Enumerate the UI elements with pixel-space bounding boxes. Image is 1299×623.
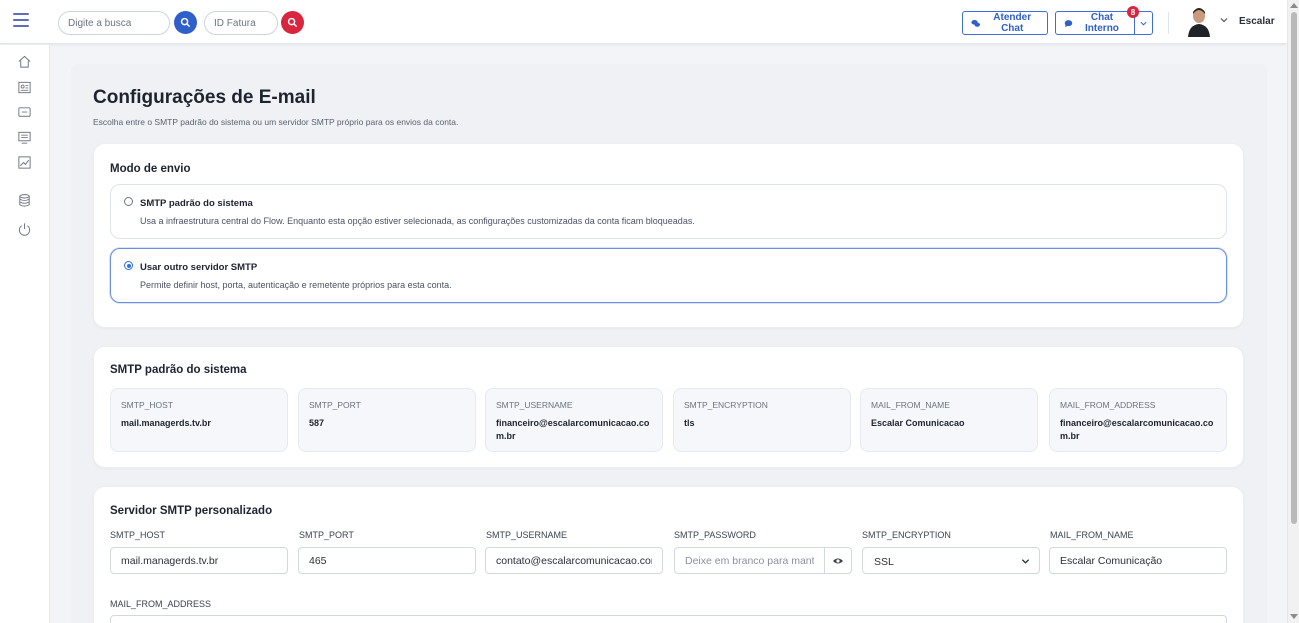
smtp-host-label: SMTP_HOST xyxy=(110,530,166,540)
info-mail-from-address: MAIL_FROM_ADDRESS financeiro@escalarcomu… xyxy=(1049,388,1227,452)
chat-icon xyxy=(1064,19,1073,27)
info-smtp-port: SMTP_PORT 587 xyxy=(298,388,476,452)
scroll-thumb[interactable] xyxy=(1291,12,1297,524)
invoice-search-button[interactable] xyxy=(281,11,304,34)
info-smtp-host: SMTP_HOST mail.managerds.tv.br xyxy=(110,388,288,452)
chevron-down-icon xyxy=(1021,559,1030,564)
radio-option-system-smtp[interactable]: SMTP padrão do sistema Usa a infraestrut… xyxy=(110,184,1227,239)
custom-smtp-title: Servidor SMTP personalizado xyxy=(110,505,273,517)
info-label: SMTP_ENCRYPTION xyxy=(684,400,768,410)
page-title: Configurações de E-mail xyxy=(93,87,316,108)
invoice-id-input[interactable] xyxy=(204,11,278,35)
radio-button[interactable] xyxy=(124,197,133,206)
info-value: 587 xyxy=(309,418,325,428)
mail-from-name-input[interactable] xyxy=(1049,547,1227,574)
info-value: Escalar Comunicacao xyxy=(871,418,965,428)
message-icon[interactable] xyxy=(17,105,32,120)
smtp-password-label: SMTP_PASSWORD xyxy=(674,530,756,540)
radio-button[interactable] xyxy=(124,261,133,270)
sidebar xyxy=(0,45,50,623)
scrollbar[interactable] xyxy=(1287,0,1299,623)
database-icon[interactable] xyxy=(17,193,32,208)
info-smtp-username: SMTP_USERNAME financeiro@escalarcomunica… xyxy=(485,388,663,452)
option-title: Usar outro servidor SMTP xyxy=(140,262,258,273)
smtp-password-input[interactable] xyxy=(674,547,825,574)
info-value: mail.managerds.tv.br xyxy=(121,418,211,428)
eye-icon xyxy=(833,558,843,563)
info-value: financeiro@escalarcomunicacao.com.br xyxy=(1060,418,1214,441)
smtp-encryption-select[interactable]: SSL xyxy=(862,547,1040,574)
scroll-up-arrow[interactable] xyxy=(1290,3,1298,8)
menu-icon[interactable] xyxy=(13,13,29,27)
info-label: MAIL_FROM_NAME xyxy=(871,400,950,410)
info-label: SMTP_USERNAME xyxy=(496,400,573,410)
info-value: financeiro@escalarcomunicacao.com.br xyxy=(496,418,650,441)
user-name[interactable]: Escalar xyxy=(1239,16,1275,27)
page-subtitle: Escolha entre o SMTP padrão do sistema o… xyxy=(93,117,459,127)
home-icon[interactable] xyxy=(17,54,32,69)
option-description: Permite definir host, porta, autenticaçã… xyxy=(140,280,452,290)
toggle-password-button[interactable] xyxy=(824,547,852,574)
send-mode-title: Modo de envio xyxy=(110,163,191,175)
divider xyxy=(1168,12,1169,34)
radio-option-custom-smtp[interactable]: Usar outro servidor SMTP Permite definir… xyxy=(110,248,1227,303)
info-label: SMTP_PORT xyxy=(309,400,361,410)
smtp-host-input[interactable] xyxy=(110,547,288,574)
smtp-port-label: SMTP_PORT xyxy=(299,530,354,540)
internal-chat-label: Chat Interno xyxy=(1085,12,1119,34)
mail-from-address-input[interactable] xyxy=(110,615,1227,623)
mail-from-address-label: MAIL_FROM_ADDRESS xyxy=(110,599,212,609)
search-input[interactable] xyxy=(58,11,170,35)
system-smtp-title: SMTP padrão do sistema xyxy=(110,364,247,376)
chart-icon[interactable] xyxy=(17,155,32,170)
mail-from-name-label: MAIL_FROM_NAME xyxy=(1050,530,1134,540)
top-bar: Atender Chat Chat Interno 8 Escalar xyxy=(0,0,1287,44)
search-icon xyxy=(287,17,298,28)
notification-badge: 8 xyxy=(1127,6,1139,18)
search-button[interactable] xyxy=(174,11,197,34)
select-value: SSL xyxy=(874,556,894,568)
attend-chat-button[interactable]: Atender Chat xyxy=(962,11,1048,35)
chat-icon xyxy=(971,19,980,27)
id-card-icon[interactable] xyxy=(17,80,32,95)
chevron-down-icon[interactable] xyxy=(1220,16,1228,24)
smtp-encryption-label: SMTP_ENCRYPTION xyxy=(862,530,951,540)
monitor-icon[interactable] xyxy=(17,130,32,145)
avatar[interactable] xyxy=(1186,7,1212,37)
info-label: MAIL_FROM_ADDRESS xyxy=(1060,400,1156,410)
info-smtp-encryption: SMTP_ENCRYPTION tls xyxy=(673,388,851,452)
smtp-username-label: SMTP_USERNAME xyxy=(486,530,568,540)
chevron-down-icon xyxy=(1140,21,1147,26)
info-label: SMTP_HOST xyxy=(121,400,173,410)
attend-chat-label: Atender Chat xyxy=(993,12,1032,34)
option-title: SMTP padrão do sistema xyxy=(140,198,253,209)
power-icon[interactable] xyxy=(17,222,32,237)
smtp-port-input[interactable] xyxy=(298,547,476,574)
internal-chat-button[interactable]: Chat Interno xyxy=(1055,11,1135,35)
smtp-username-input[interactable] xyxy=(485,547,663,574)
info-mail-from-name: MAIL_FROM_NAME Escalar Comunicacao xyxy=(860,388,1038,452)
scroll-down-arrow[interactable] xyxy=(1290,614,1298,619)
info-value: tls xyxy=(684,418,695,428)
option-description: Usa a infraestrutura central do Flow. En… xyxy=(140,216,695,226)
search-icon xyxy=(180,17,191,28)
